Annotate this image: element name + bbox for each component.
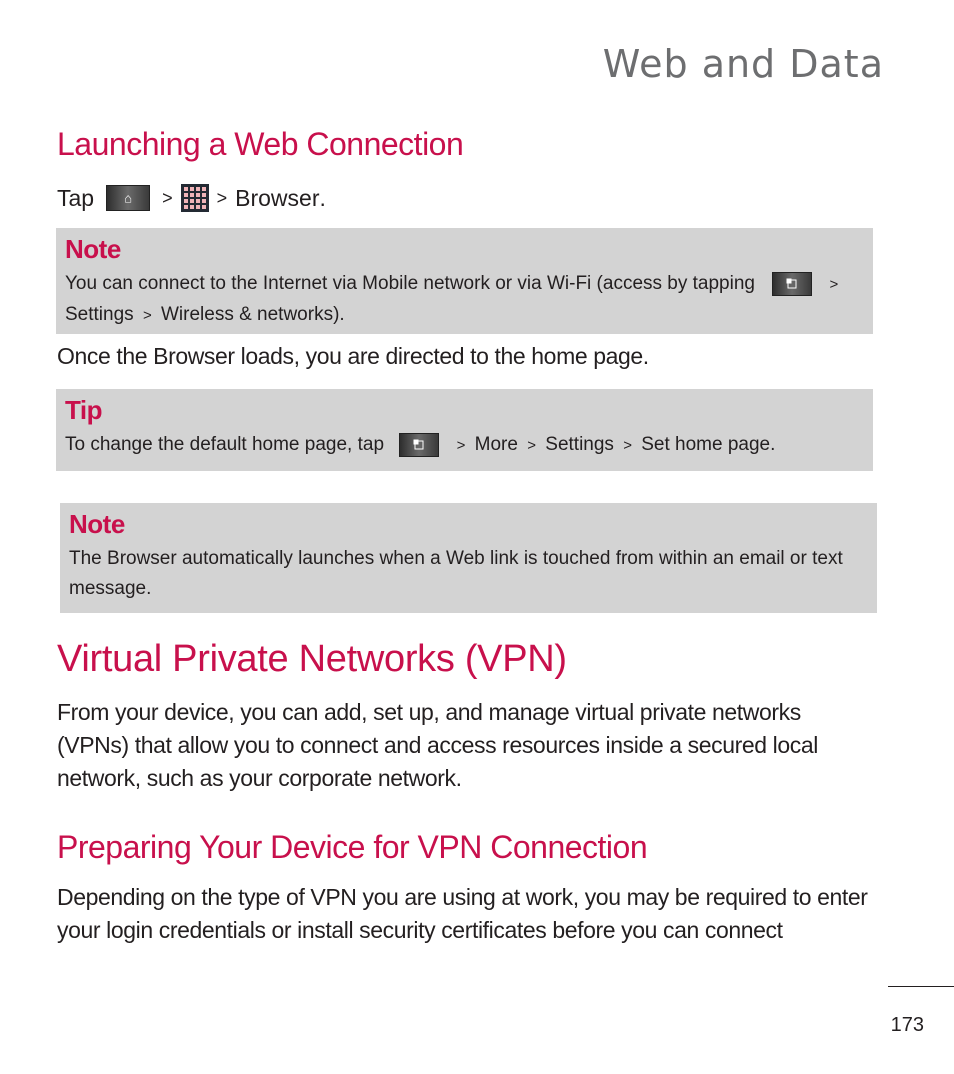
applications-grid-icon	[180, 184, 209, 212]
note-text-after: ).	[333, 304, 345, 325]
tip-label: Tip	[65, 395, 103, 425]
note-text: The Browser automatically launches when …	[69, 548, 843, 599]
separator: >	[216, 187, 228, 208]
browser-loads-paragraph: Once the Browser loads, you are directed…	[57, 343, 649, 369]
separator: >	[162, 187, 173, 208]
note-callout-connect: Note You can connect to the Internet via…	[56, 228, 873, 334]
path-settings: Settings	[545, 434, 614, 455]
path-settings: Settings	[65, 304, 134, 325]
section-heading-vpn: Virtual Private Networks (VPN)	[57, 638, 567, 680]
path-more: More	[474, 434, 518, 455]
note-label: Note	[69, 509, 125, 539]
page-number: 173	[890, 1014, 924, 1036]
home-key-icon: ⌂	[106, 185, 151, 211]
section-heading-launching: Launching a Web Connection	[57, 126, 464, 162]
browser-destination: Browser	[235, 184, 320, 211]
chapter-title: Web and Data	[602, 42, 884, 86]
page-number-rule	[888, 986, 954, 987]
vpn-paragraph: From your device, you can add, set up, a…	[57, 699, 818, 791]
section-heading-preparing: Preparing Your Device for VPN Connection	[57, 829, 648, 865]
tap-label: Tap	[57, 184, 95, 211]
period: .	[319, 184, 326, 211]
note-text: You can connect to the Internet via Mobi…	[65, 269, 863, 331]
tap-instruction: Tap ⌂ > > Browser.	[57, 184, 326, 212]
tip-text-after: .	[770, 434, 776, 455]
separator: >	[829, 276, 839, 293]
note-callout-auto-launch: Note The Browser automatically launches …	[60, 503, 877, 613]
separator: >	[142, 307, 152, 324]
note-text-before: You can connect to the Internet via Mobi…	[65, 273, 755, 294]
tip-text: To change the default home page, tap > M…	[65, 430, 863, 461]
menu-key-icon	[772, 271, 813, 296]
tip-text-before: To change the default home page, tap	[65, 434, 385, 455]
menu-key-icon	[399, 432, 440, 457]
tip-callout: Tip To change the default home page, tap…	[56, 389, 873, 471]
separator: >	[623, 437, 632, 454]
separator: >	[456, 437, 466, 454]
note-label: Note	[65, 234, 121, 264]
preparing-paragraph: Depending on the type of VPN you are usi…	[57, 884, 868, 943]
path-set-home-page: Set home page	[641, 434, 771, 455]
separator: >	[527, 437, 536, 454]
path-wireless-networks: Wireless & networks	[160, 304, 334, 325]
